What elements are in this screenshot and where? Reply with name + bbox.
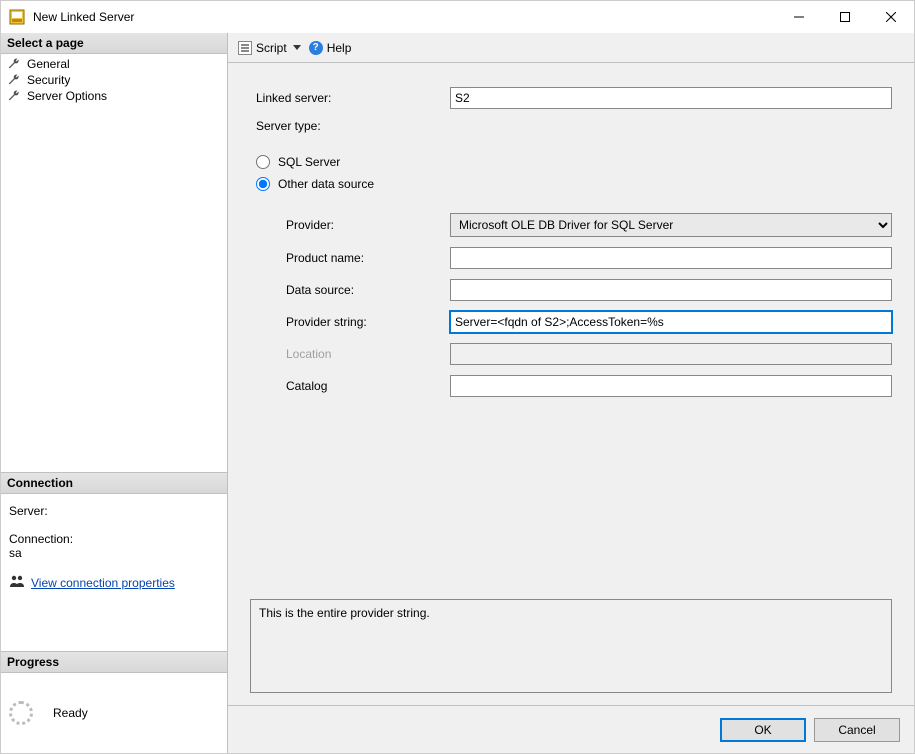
app-icon <box>9 9 25 25</box>
page-item-security[interactable]: Security <box>1 72 227 88</box>
provider-string-label: Provider string: <box>250 315 450 329</box>
main-panel: Script ? Help Linked server: Server type… <box>228 33 914 753</box>
help-button[interactable]: ? Help <box>309 41 352 55</box>
minimize-button[interactable] <box>776 1 822 33</box>
button-bar: OK Cancel <box>228 705 914 753</box>
provider-label: Provider: <box>250 218 450 232</box>
radio-sql-server[interactable] <box>256 155 270 169</box>
maximize-button[interactable] <box>822 1 868 33</box>
form-area: Linked server: Server type: SQL Server O… <box>228 63 914 705</box>
close-button[interactable] <box>868 1 914 33</box>
people-icon <box>9 574 25 591</box>
provider-string-input[interactable] <box>450 311 892 333</box>
titlebar: New Linked Server <box>1 1 914 33</box>
ok-button[interactable]: OK <box>720 718 806 742</box>
radio-other-label: Other data source <box>278 177 374 191</box>
wrench-icon <box>7 73 21 87</box>
page-list: General Security Server Options <box>1 54 227 106</box>
radio-sql-label: SQL Server <box>278 155 340 169</box>
script-icon <box>238 41 252 55</box>
linked-server-label: Linked server: <box>250 91 450 105</box>
location-input <box>450 343 892 365</box>
page-item-server-options[interactable]: Server Options <box>1 88 227 104</box>
message-text: This is the entire provider string. <box>259 606 430 620</box>
connection-label: Connection: <box>9 532 219 546</box>
spinner-icon <box>9 701 33 725</box>
page-label: Security <box>27 73 70 87</box>
data-source-input[interactable] <box>450 279 892 301</box>
linked-server-input[interactable] <box>450 87 892 109</box>
cancel-button[interactable]: Cancel <box>814 718 900 742</box>
script-button[interactable]: Script <box>238 41 301 55</box>
help-label: Help <box>327 41 352 55</box>
help-icon: ? <box>309 41 323 55</box>
product-name-label: Product name: <box>250 251 450 265</box>
page-label: Server Options <box>27 89 107 103</box>
progress-status: Ready <box>53 706 88 720</box>
server-label: Server: <box>9 504 219 518</box>
connection-value: sa <box>9 546 219 560</box>
server-type-label: Server type: <box>250 119 450 133</box>
product-name-input[interactable] <box>450 247 892 269</box>
sidebar: Select a page General Security Server Op… <box>1 33 228 753</box>
provider-select[interactable]: Microsoft OLE DB Driver for SQL Server <box>450 213 892 237</box>
wrench-icon <box>7 89 21 103</box>
message-box: This is the entire provider string. <box>250 599 892 693</box>
location-label: Location <box>250 347 450 361</box>
window-title: New Linked Server <box>33 10 776 24</box>
toolbar: Script ? Help <box>228 33 914 63</box>
chevron-down-icon <box>293 45 301 50</box>
window-controls <box>776 1 914 33</box>
progress-block: Ready <box>1 673 227 753</box>
dialog-window: New Linked Server Select a page General <box>0 0 915 754</box>
page-label: General <box>27 57 70 71</box>
connection-info: Server: Connection: sa View connection p… <box>1 494 227 601</box>
radio-other-data-source[interactable] <box>256 177 270 191</box>
section-header-select-page: Select a page <box>1 33 227 54</box>
section-header-connection: Connection <box>1 472 227 494</box>
page-item-general[interactable]: General <box>1 56 227 72</box>
data-source-label: Data source: <box>250 283 450 297</box>
wrench-icon <box>7 57 21 71</box>
catalog-input[interactable] <box>450 375 892 397</box>
section-header-progress: Progress <box>1 651 227 673</box>
catalog-label: Catalog <box>250 379 450 393</box>
script-label: Script <box>256 41 287 55</box>
view-connection-properties-link[interactable]: View connection properties <box>31 576 175 590</box>
